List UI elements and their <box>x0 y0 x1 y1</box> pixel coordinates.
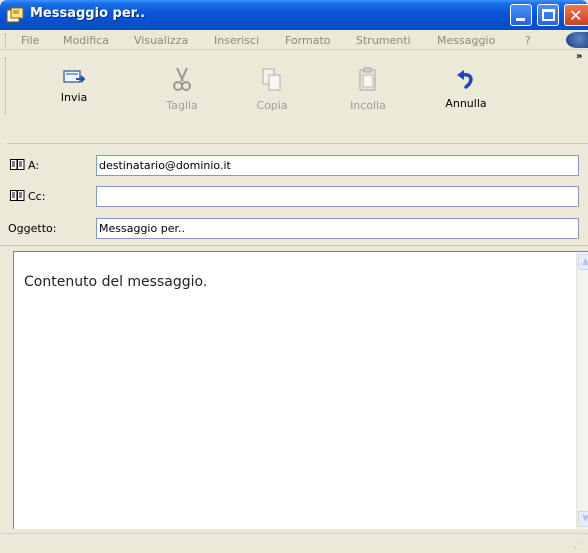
menu-strumenti[interactable]: Strumenti <box>356 34 411 47</box>
subject-row: Oggetto: <box>0 218 588 240</box>
menu-formato[interactable]: Formato <box>285 34 331 47</box>
message-window-icon <box>6 7 24 23</box>
undo-icon <box>457 70 473 89</box>
copy-icon <box>262 68 281 91</box>
header-divider <box>7 143 588 144</box>
menu-file[interactable]: File <box>21 34 39 47</box>
body-divider <box>0 245 588 246</box>
to-label-wrap[interactable]: A: <box>10 159 39 172</box>
toolbar-grip[interactable] <box>5 57 8 115</box>
undo-label: Annulla <box>445 97 487 110</box>
minimize-button[interactable] <box>510 4 532 26</box>
menu-messaggio[interactable]: Messaggio <box>437 34 495 47</box>
menu-grip[interactable] <box>5 33 8 47</box>
cc-label-wrap[interactable]: Cc: <box>10 190 45 203</box>
to-field[interactable] <box>96 155 579 176</box>
paste-button[interactable]: Incolla <box>332 59 404 123</box>
toolbar: Invia Taglia Copia Incolla Annulla » <box>0 51 588 143</box>
maximize-icon <box>542 9 555 21</box>
paste-label: Incolla <box>350 99 386 112</box>
send-label: Invia <box>60 91 88 104</box>
left-gutter <box>0 251 13 533</box>
copy-button[interactable]: Copia <box>236 59 308 123</box>
maximize-button[interactable] <box>537 4 559 26</box>
subject-field[interactable] <box>96 218 579 239</box>
message-body-area[interactable]: Contenuto del messaggio. ▲ ▼ <box>13 251 588 529</box>
cut-label: Taglia <box>166 99 198 112</box>
address-book-icon <box>10 190 25 201</box>
menu-help[interactable]: ? <box>525 34 531 47</box>
undo-button[interactable]: Annulla <box>430 59 502 123</box>
copy-label: Copia <box>256 99 288 112</box>
title-bar[interactable]: Messaggio per.. ✕ <box>0 0 588 30</box>
close-icon: ✕ <box>569 6 583 25</box>
scissors-icon <box>173 67 191 91</box>
menu-visualizza[interactable]: Visualizza <box>134 34 188 47</box>
toolbar-overflow-button[interactable]: » <box>576 51 582 62</box>
menu-bar: File Modifica Visualizza Inserisci Forma… <box>0 30 588 50</box>
message-body-text[interactable]: Contenuto del messaggio. <box>24 274 207 290</box>
window-title: Messaggio per.. <box>30 6 146 21</box>
status-bar: ⋰ <box>0 533 588 553</box>
to-label: A: <box>28 159 40 172</box>
cc-field[interactable] <box>96 186 579 207</box>
minimize-icon <box>516 18 525 21</box>
resize-grip-icon[interactable]: ⋰ <box>574 540 586 552</box>
send-button[interactable]: Invia <box>38 59 110 123</box>
cc-label: Cc: <box>28 190 46 203</box>
to-row: A: <box>0 155 588 177</box>
menu-modifica[interactable]: Modifica <box>63 34 109 47</box>
windows-logo-icon <box>566 32 588 48</box>
menu-inserisci[interactable]: Inserisci <box>214 34 259 47</box>
subject-label: Oggetto: <box>8 222 57 235</box>
address-book-icon <box>10 159 25 170</box>
scroll-up-button[interactable]: ▲ <box>578 254 588 270</box>
paste-icon <box>359 67 376 91</box>
send-icon <box>63 70 86 83</box>
close-button[interactable]: ✕ <box>564 4 588 26</box>
vertical-scrollbar[interactable]: ▲ ▼ <box>576 252 588 529</box>
scroll-down-button[interactable]: ▼ <box>578 511 588 527</box>
cc-row: Cc: <box>0 186 588 208</box>
cut-button[interactable]: Taglia <box>146 59 218 123</box>
